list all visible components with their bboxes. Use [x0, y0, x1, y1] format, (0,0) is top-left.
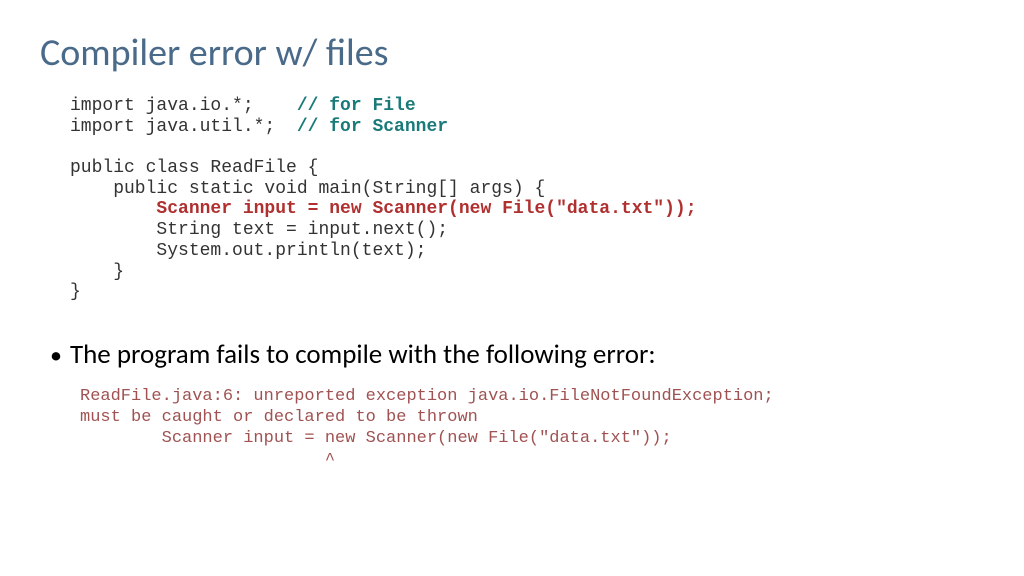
code-line: public static void main(String[] args) {: [70, 179, 545, 199]
code-line: }: [70, 262, 124, 282]
slide-title: Compiler error w/ files: [40, 30, 984, 76]
slide: Compiler error w/ files import java.io.*…: [0, 0, 1024, 501]
bullet-item: • The program fails to compile with the …: [50, 338, 984, 371]
error-line: must be caught or declared to be thrown: [80, 408, 478, 427]
code-highlight: Scanner input = new Scanner(new File("da…: [70, 199, 697, 219]
error-output: ReadFile.java:6: unreported exception ja…: [80, 386, 984, 471]
bullet-dot-icon: •: [50, 341, 62, 370]
code-comment: // for Scanner: [297, 117, 448, 137]
code-line: System.out.println(text);: [70, 241, 426, 261]
code-example: import java.io.*; // for File import jav…: [70, 96, 984, 303]
code-line: import java.io.*;: [70, 96, 297, 116]
error-line: ReadFile.java:6: unreported exception ja…: [80, 387, 774, 406]
code-line: String text = input.next();: [70, 220, 448, 240]
code-line: public class ReadFile {: [70, 158, 318, 178]
code-comment: // for File: [297, 96, 416, 116]
code-line: import java.util.*;: [70, 117, 297, 137]
error-line: Scanner input = new Scanner(new File("da…: [80, 429, 672, 448]
error-line: ^: [80, 451, 335, 470]
code-line: }: [70, 282, 81, 302]
bullet-text: The program fails to compile with the fo…: [70, 338, 656, 371]
